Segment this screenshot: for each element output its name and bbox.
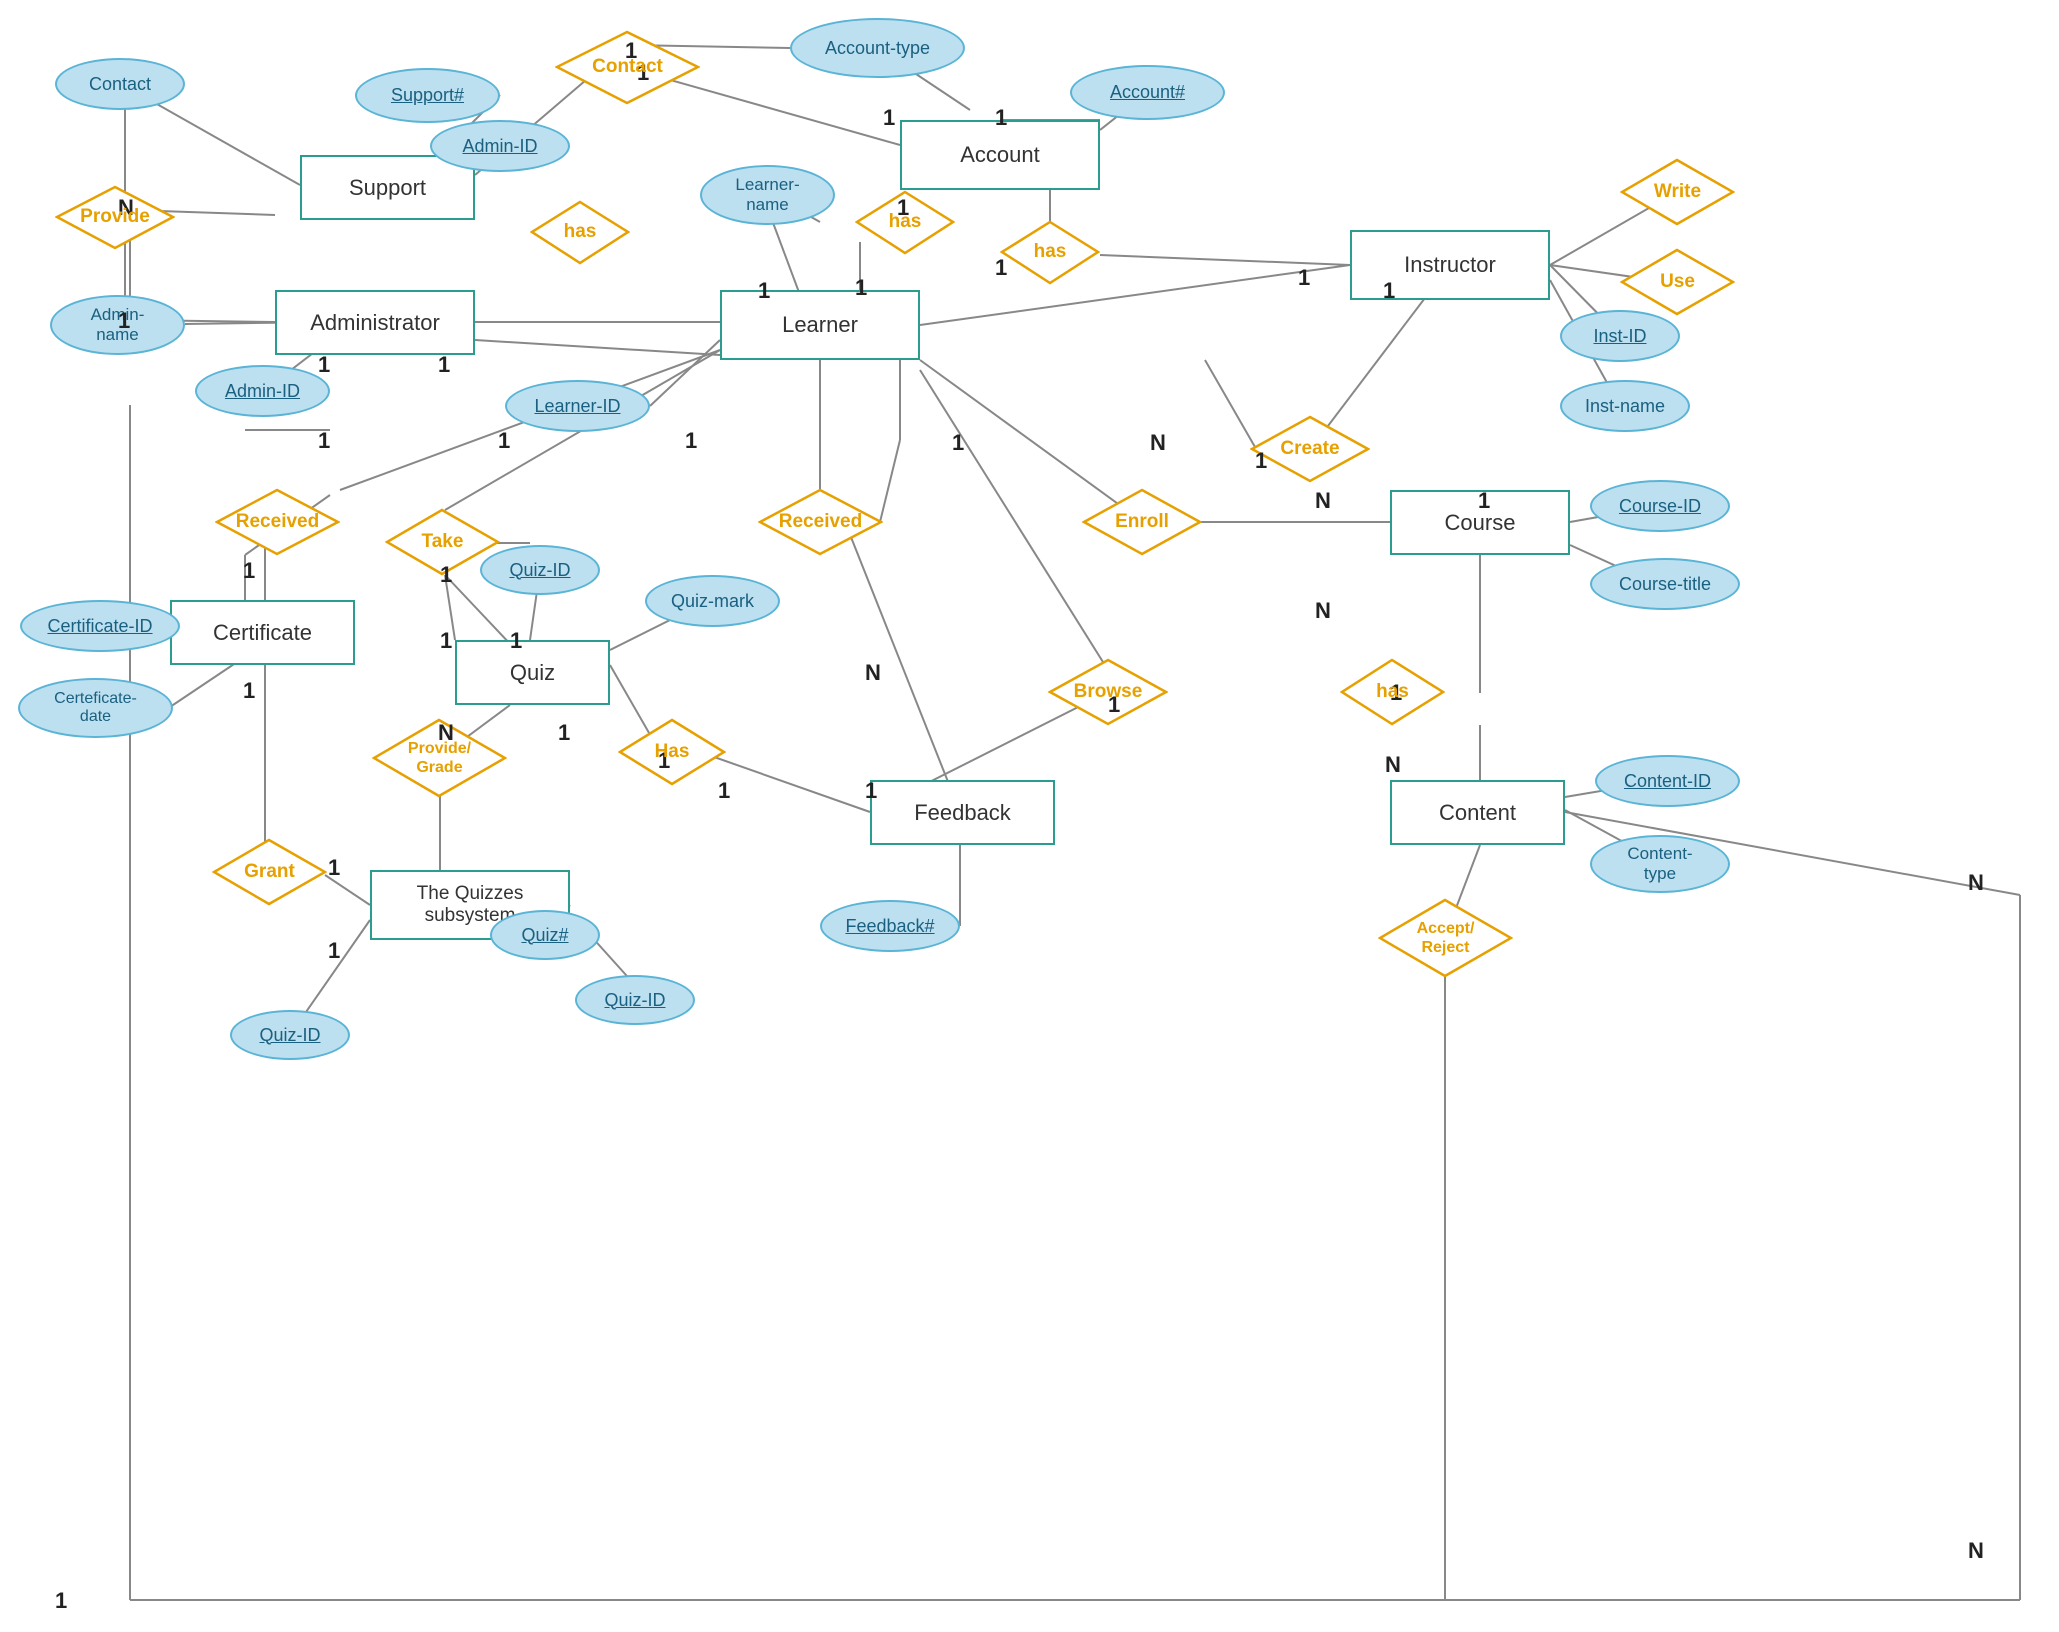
attr-certificate-date: Certeficate- date bbox=[18, 678, 173, 738]
rel-has2: has bbox=[1000, 220, 1100, 285]
er-diagram: Account Support Administrator Learner In… bbox=[0, 0, 2059, 1632]
card-31: 1 bbox=[55, 1588, 67, 1614]
card-5: 1 bbox=[995, 255, 1007, 281]
entity-support: Support bbox=[300, 155, 475, 220]
rel-accept-reject: Accept/Reject bbox=[1378, 898, 1513, 978]
attr-admin-id-2: Admin-ID bbox=[195, 365, 330, 417]
card-21: 1 bbox=[558, 720, 570, 746]
rel-write: Write bbox=[1620, 158, 1735, 226]
attr-course-id: Course-ID bbox=[1590, 480, 1730, 532]
attr-certificate-id: Certificate-ID bbox=[20, 600, 180, 652]
rel-grant: Grant bbox=[212, 838, 327, 906]
card-17: 1 bbox=[1478, 488, 1490, 514]
card-28: 1 bbox=[328, 938, 340, 964]
card-27: 1 bbox=[328, 855, 340, 881]
card-32: 1 bbox=[1255, 448, 1267, 474]
card-25: 1 bbox=[243, 558, 255, 584]
card-n5: N bbox=[1385, 752, 1401, 778]
rel-create: Create bbox=[1250, 415, 1370, 483]
card-26: 1 bbox=[243, 678, 255, 704]
card-n9: N bbox=[1968, 870, 1984, 896]
rel-use: Use bbox=[1620, 248, 1735, 316]
card-n7: N bbox=[865, 660, 881, 686]
attr-quiz-num: Quiz# bbox=[490, 910, 600, 960]
card-n4: N bbox=[1315, 598, 1331, 624]
attr-admin-id-1: Admin-ID bbox=[430, 120, 570, 172]
card-19: 1 bbox=[440, 628, 452, 654]
card-10: 1 bbox=[318, 352, 330, 378]
entity-content: Content bbox=[1390, 780, 1565, 845]
attr-quiz-id-3: Quiz-ID bbox=[230, 1010, 350, 1060]
card-6: 1 bbox=[855, 275, 867, 301]
rel-provide: Provide bbox=[55, 185, 175, 250]
rel-has-feedback: Has bbox=[618, 718, 726, 786]
attr-account-num: Account# bbox=[1070, 65, 1225, 120]
rel-received2: Received bbox=[758, 488, 883, 556]
attr-account-type: Account-type bbox=[790, 18, 965, 78]
card-13: 1 bbox=[498, 428, 510, 454]
card-n8: N bbox=[1968, 1538, 1984, 1564]
attr-contact-topleft: Contact bbox=[55, 58, 185, 110]
card-20: 1 bbox=[510, 628, 522, 654]
entity-feedback: Feedback bbox=[870, 780, 1055, 845]
entity-administrator: Administrator bbox=[275, 290, 475, 355]
attr-learner-name: Learner- name bbox=[700, 165, 835, 225]
attr-feedback-num: Feedback# bbox=[820, 900, 960, 952]
card-3: 1 bbox=[995, 105, 1007, 131]
card-7: 1 bbox=[758, 278, 770, 304]
card-12: 1 bbox=[318, 428, 330, 454]
rel-enroll: Enroll bbox=[1082, 488, 1202, 556]
entity-learner: Learner bbox=[720, 290, 920, 360]
entity-certificate: Certificate bbox=[170, 600, 355, 665]
entity-instructor: Instructor bbox=[1350, 230, 1550, 300]
attr-content-type: Content- type bbox=[1590, 835, 1730, 893]
card-11: 1 bbox=[438, 352, 450, 378]
rel-has-support: has bbox=[530, 200, 630, 265]
attr-learner-id: Learner-ID bbox=[505, 380, 650, 432]
card-15: 1 bbox=[952, 430, 964, 456]
entity-quiz: Quiz bbox=[455, 640, 610, 705]
card-n3: N bbox=[1315, 488, 1331, 514]
rel-received1: Received bbox=[215, 488, 340, 556]
attr-quiz-mark: Quiz-mark bbox=[645, 575, 780, 627]
attr-quiz-id-2: Quiz-ID bbox=[575, 975, 695, 1025]
attr-support-num: Support# bbox=[355, 68, 500, 123]
card-24: 1 bbox=[865, 778, 877, 804]
card-n2: N bbox=[1150, 430, 1166, 456]
card-30: 1 bbox=[1383, 278, 1395, 304]
card-29: 1 bbox=[1298, 265, 1310, 291]
attr-inst-id: Inst-ID bbox=[1560, 310, 1680, 362]
attr-course-title: Course-title bbox=[1590, 558, 1740, 610]
attr-content-id: Content-ID bbox=[1595, 755, 1740, 807]
card-18: 1 bbox=[440, 562, 452, 588]
card-14: 1 bbox=[685, 428, 697, 454]
card-9: 1 bbox=[118, 308, 130, 334]
card-2: 1 bbox=[883, 105, 895, 131]
rel-has-course: has bbox=[1340, 658, 1445, 726]
attr-inst-name: Inst-name bbox=[1560, 380, 1690, 432]
card-23: 1 bbox=[718, 778, 730, 804]
